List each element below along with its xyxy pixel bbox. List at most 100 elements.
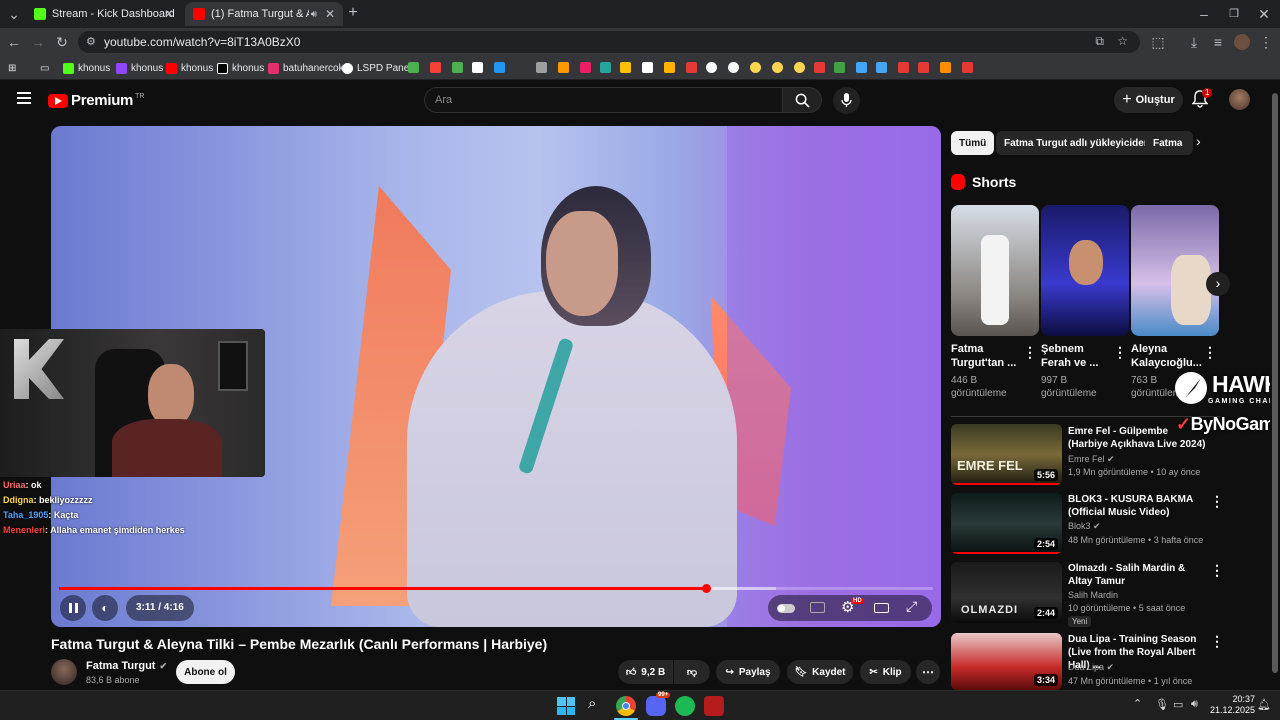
notifications-button[interactable]: 1 [1191, 88, 1213, 110]
back-button[interactable]: ← [6, 34, 22, 50]
bookmark-item[interactable]: batuhanercok [268, 60, 344, 76]
progress-track[interactable] [59, 584, 933, 593]
bookmark-item[interactable]: LSPD Panel [342, 60, 411, 76]
folder-icon[interactable]: ▭ [40, 60, 49, 76]
bookmark-icon[interactable] [408, 62, 419, 73]
account-avatar[interactable] [1229, 89, 1250, 110]
bookmark-icon[interactable] [750, 62, 761, 73]
bookmark-icon[interactable] [898, 62, 909, 73]
bookmark-icon[interactable] [876, 62, 887, 73]
rec-thumbnail[interactable]: EMRE FEL 5:56 [951, 424, 1062, 485]
short-title[interactable]: Şebnem Ferah ve ... [1041, 342, 1098, 370]
download-icon[interactable]: ⤓ [1186, 34, 1202, 50]
bookmark-icon[interactable] [580, 62, 591, 73]
discord-taskbar-icon[interactable]: 99+ [646, 692, 671, 716]
start-button[interactable] [557, 697, 575, 715]
bookmark-icon[interactable] [494, 62, 505, 73]
bookmark-icon[interactable] [686, 62, 697, 73]
bookmark-icon[interactable] [856, 62, 867, 73]
bookmark-icon[interactable] [452, 62, 463, 73]
fullscreen-icon[interactable]: ⤢ [906, 598, 917, 615]
bookmark-icon[interactable] [472, 62, 483, 73]
chip-related[interactable]: Fatma [1145, 131, 1193, 155]
rec-channel[interactable]: Blok3 ✔ [1068, 521, 1101, 532]
more-vert-icon[interactable]: ⋮ [1210, 562, 1224, 579]
bookmark-icon[interactable] [706, 62, 717, 73]
notification-center-icon[interactable]: 🔔︎ [1257, 698, 1271, 711]
bookmark-item[interactable]: khonus [116, 60, 163, 76]
short-title[interactable]: Fatma Turgut'tan ... [951, 342, 1016, 370]
close-icon[interactable]: ✕ [325, 7, 335, 21]
new-tab-button[interactable]: + [345, 5, 361, 21]
media-control-icon[interactable]: ≡ [1210, 34, 1226, 50]
page-scrollbar[interactable] [1270, 81, 1280, 690]
channel-name-row[interactable]: Fatma Turgut ✔ [86, 660, 167, 672]
spotify-taskbar-icon[interactable] [675, 696, 695, 716]
subscribe-button[interactable]: Abone ol [176, 660, 235, 684]
short-thumbnail[interactable] [1131, 205, 1219, 336]
create-button[interactable]: + Oluştur [1114, 87, 1183, 113]
tab-search-icon[interactable]: ⌄ [6, 6, 22, 22]
more-vert-icon[interactable]: ⋮ [1023, 344, 1037, 361]
bookmark-icon[interactable] [834, 62, 845, 73]
address-bar[interactable]: ⚙ youtube.com/watch?v=8iT13A0BzX0 ⧉ ☆ [78, 31, 1140, 53]
short-title[interactable]: Aleyna Kalaycıoğlu... [1131, 342, 1202, 370]
bookmark-item[interactable]: khonus [217, 60, 264, 76]
save-button[interactable]: 🔖︎ Kaydet [787, 660, 853, 684]
clip-button[interactable]: ✂ Klip [860, 660, 911, 684]
search-button[interactable] [782, 87, 822, 113]
network-icon[interactable]: ▭ [1173, 698, 1183, 711]
menu-icon[interactable] [17, 92, 31, 104]
scrollbar-thumb[interactable] [1272, 93, 1278, 673]
share-button[interactable]: ↪ Paylaş [716, 660, 780, 684]
rec-channel[interactable]: Emre Fel ✔ [1068, 454, 1115, 465]
bookmark-icon[interactable] [728, 62, 739, 73]
more-vert-icon[interactable]: ⋮ [1210, 493, 1224, 510]
more-vert-icon[interactable]: ⋮ [1203, 344, 1217, 361]
more-actions-button[interactable]: ⋯ [916, 660, 940, 684]
more-vert-icon[interactable]: ⋮ [1210, 633, 1224, 650]
minimize-button[interactable]: – [1196, 6, 1212, 22]
volume-tray-icon[interactable]: 🔊︎ [1191, 698, 1198, 711]
bookmark-icon[interactable] [814, 62, 825, 73]
bookmark-star-icon[interactable]: ☆ [1117, 34, 1128, 48]
chip-from-uploader[interactable]: Fatma Turgut adlı yükleyiciden [996, 131, 1158, 155]
more-vert-icon[interactable]: ⋮ [1113, 344, 1127, 361]
dislike-button[interactable]: 👎︎ [674, 660, 710, 684]
maximize-button[interactable]: ❐ [1226, 6, 1242, 22]
chip-all[interactable]: Tümü [951, 131, 995, 155]
bookmark-item[interactable]: khonus [166, 60, 213, 76]
extensions-icon[interactable]: ⬚ [1150, 34, 1166, 50]
chevron-up-icon[interactable]: ⌃ [1133, 697, 1142, 710]
voice-search-button[interactable] [833, 87, 860, 114]
youtube-premium-logo[interactable]: Premium TR [48, 92, 144, 109]
bookmark-icon[interactable] [600, 62, 611, 73]
install-app-icon[interactable]: ⧉ [1095, 34, 1104, 49]
pause-button[interactable] [60, 595, 86, 621]
bookmark-item[interactable]: khonus [63, 60, 110, 76]
channel-avatar[interactable] [51, 659, 77, 685]
rec-thumbnail[interactable]: 2:54 [951, 493, 1062, 554]
rec-channel[interactable]: Dua Lipa ✔ [1068, 662, 1114, 673]
scrubber-handle[interactable] [701, 584, 711, 593]
site-info-icon[interactable]: ⚙ [86, 35, 96, 48]
bookmark-icon[interactable] [772, 62, 783, 73]
forward-button[interactable]: → [30, 34, 46, 50]
reload-button[interactable]: ↻ [54, 34, 70, 50]
bookmark-icon[interactable] [558, 62, 569, 73]
speaker-icon[interactable]: 🔊︎ [311, 9, 317, 20]
clock[interactable]: 20:37 21.12.2025 [1210, 694, 1255, 716]
volume-button[interactable]: ◐ [92, 595, 118, 621]
autoplay-toggle[interactable] [777, 604, 795, 613]
app-taskbar-icon[interactable] [704, 696, 724, 716]
short-thumbnail[interactable] [1041, 205, 1129, 336]
rec-title[interactable]: BLOK3 - KUSURA BAKMA (Official Music Vid… [1068, 493, 1208, 519]
short-thumbnail[interactable] [951, 205, 1039, 336]
rec-thumbnail[interactable]: OLMAZDI 2:44 [951, 562, 1062, 623]
window-close-button[interactable]: ✕ [1256, 6, 1272, 22]
bookmark-icon[interactable] [962, 62, 973, 73]
shorts-next-button[interactable]: › [1206, 272, 1230, 296]
bookmark-icon[interactable] [536, 62, 547, 73]
rec-title[interactable]: Olmazdı - Salih Mardin & Altay Tamur [1068, 562, 1208, 588]
chrome-menu-icon[interactable]: ⋮ [1258, 34, 1274, 50]
